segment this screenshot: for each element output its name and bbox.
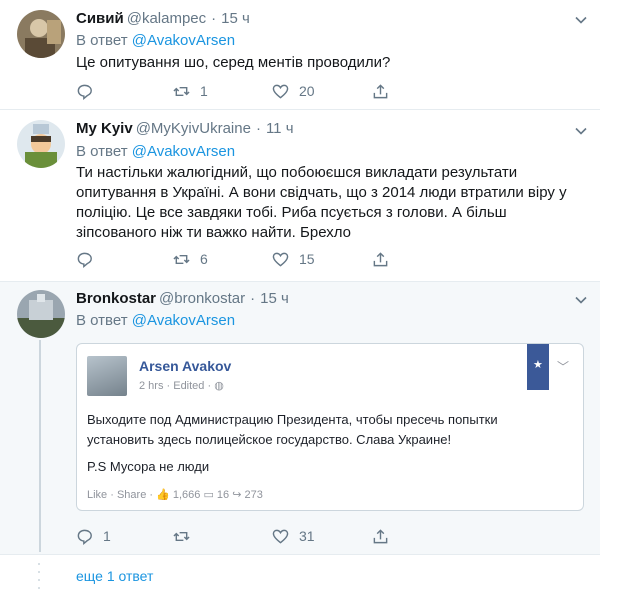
share-icon — [372, 251, 389, 268]
separator-dot: · — [255, 120, 261, 137]
display-name[interactable]: My Kyiv — [76, 120, 133, 137]
tweet-text: Це опитування шо, серед ментів проводили… — [76, 54, 391, 71]
like-count: 31 — [299, 528, 315, 544]
embed-text: Выходите под Администрацию Президента, ч… — [87, 410, 567, 450]
avatar[interactable] — [17, 290, 65, 338]
thread-line — [39, 340, 41, 552]
reply-icon — [76, 83, 93, 100]
reply-count: 1 — [103, 528, 111, 544]
bookmark-badge: ★ — [527, 344, 549, 390]
heart-icon — [272, 528, 289, 545]
share-button[interactable] — [372, 81, 389, 101]
share-button[interactable] — [372, 249, 389, 269]
embed-footer: Like · Share · 👍 1,666 ▭ 16 ↪ 273 — [87, 488, 263, 501]
embed-meta: 2 hrs · Edited · ◍ — [139, 379, 224, 392]
timestamp[interactable]: 15 ч — [260, 290, 289, 307]
separator-dot: · — [211, 10, 217, 27]
timeline: Сивий @kalampec · 15 ч В ответ @AvakovArsen… — [0, 0, 600, 602]
tweet-actions: 1 31 — [76, 526, 396, 546]
display-name[interactable]: Сивий — [76, 10, 124, 27]
more-replies-link[interactable]: еще 1 ответ — [76, 568, 153, 584]
reply-icon — [76, 528, 93, 545]
thumbs-up-icon: 👍 — [156, 489, 170, 501]
globe-icon: ◍ — [214, 380, 224, 392]
heart-icon — [272, 251, 289, 268]
star-icon: ★ — [533, 359, 543, 371]
like-button[interactable]: 20 — [272, 81, 315, 101]
reply-prefix: В ответ — [76, 143, 128, 160]
embed-text-line: Выходите под Администрацию Президента, ч… — [87, 412, 498, 427]
reply-to-link[interactable]: @AvakovArsen — [132, 312, 235, 329]
retweet-count: 1 — [200, 83, 208, 99]
embed-meta-text: 2 hrs · Edited · — [139, 380, 215, 392]
tweet-actions: 6 15 — [76, 249, 396, 269]
retweet-icon — [173, 251, 190, 268]
retweet-icon — [173, 83, 190, 100]
retweet-icon — [173, 528, 190, 545]
user-handle[interactable]: @kalampec — [127, 10, 206, 27]
tweet-text-line: поліцію. Це все завдяки тобі. Риба псуєт… — [76, 204, 507, 221]
avatar[interactable] — [17, 10, 65, 58]
chevron-down-icon[interactable] — [574, 124, 588, 138]
chevron-down-icon[interactable] — [574, 13, 588, 27]
tweet-header: Bronkostar @bronkostar · 15 ч — [76, 290, 289, 308]
like-button[interactable]: 15 — [272, 249, 315, 269]
separator-dot: · — [250, 290, 256, 307]
embed-avatar — [87, 356, 127, 396]
tweet-actions: 1 20 — [76, 81, 396, 101]
reply-context: В ответ @AvakovArsen — [76, 312, 235, 330]
embed-shares: 273 — [244, 489, 263, 501]
tweet-text: Ти настільки жалюгідний, що побоюєшся ви… — [76, 163, 576, 243]
retweet-button[interactable] — [173, 526, 200, 546]
like-count: 20 — [299, 83, 315, 99]
share-icon — [372, 83, 389, 100]
reply-button[interactable] — [76, 81, 103, 101]
share-arrow-icon: ↪ — [232, 489, 242, 501]
retweet-button[interactable]: 6 — [173, 249, 208, 269]
avatar[interactable] — [17, 120, 65, 168]
reply-prefix: В ответ — [76, 312, 128, 329]
embed-author-name: Arsen Avakov — [139, 358, 232, 374]
reply-icon — [76, 251, 93, 268]
tweet-header: Сивий @kalampec · 15 ч — [76, 10, 250, 28]
embed-text-line: установить здесь полицейское государство… — [87, 432, 452, 447]
attached-image[interactable]: Arsen Avakov 2 hrs · Edited · ◍ ★ ﹀ Выхо… — [76, 343, 584, 511]
page-edge — [600, 0, 619, 602]
embed-ps: P.S Мусора не люди — [87, 459, 210, 474]
embed-footer-actions: Like · Share · — [87, 489, 157, 501]
embed-likes: 1,666 — [172, 489, 201, 501]
reply-button[interactable]: 1 — [76, 526, 111, 546]
show-more-replies[interactable]: еще 1 ответ — [0, 554, 600, 602]
tweet-text-line: Ти настільки жалюгідний, що побоюєшся ви… — [76, 164, 518, 181]
retweet-count: 6 — [200, 251, 208, 267]
reply-to-link[interactable]: @AvakovArsen — [132, 143, 235, 160]
share-button[interactable] — [372, 526, 389, 546]
embed-comments: 16 — [216, 489, 230, 501]
tweet-text-line: зіпсованого ніж ти важко найти. Брехло — [76, 224, 351, 241]
heart-icon — [272, 83, 289, 100]
reply-to-link[interactable]: @AvakovArsen — [132, 32, 235, 49]
user-handle[interactable]: @bronkostar — [159, 290, 245, 307]
display-name[interactable]: Bronkostar — [76, 290, 156, 307]
tweet-header: My Kyiv @MyKyivUkraine · 11 ч — [76, 120, 294, 138]
chevron-down-icon[interactable] — [574, 293, 588, 307]
like-button[interactable]: 31 — [272, 526, 315, 546]
share-icon — [372, 528, 389, 545]
reply-context: В ответ @AvakovArsen — [76, 32, 235, 50]
thread-dots — [37, 563, 41, 593]
chevron-down-icon: ﹀ — [556, 360, 569, 374]
timestamp[interactable]: 15 ч — [221, 10, 250, 27]
reply-button[interactable] — [76, 249, 103, 269]
retweet-button[interactable]: 1 — [173, 81, 208, 101]
user-handle[interactable]: @MyKyivUkraine — [136, 120, 251, 137]
like-count: 15 — [299, 251, 315, 267]
reply-context: В ответ @AvakovArsen — [76, 143, 235, 161]
timestamp[interactable]: 11 ч — [266, 120, 294, 137]
comment-icon: ▭ — [203, 489, 214, 501]
tweet-text-line: опитування в Україні. А вони свідчать, щ… — [76, 184, 567, 201]
reply-prefix: В ответ — [76, 32, 128, 49]
